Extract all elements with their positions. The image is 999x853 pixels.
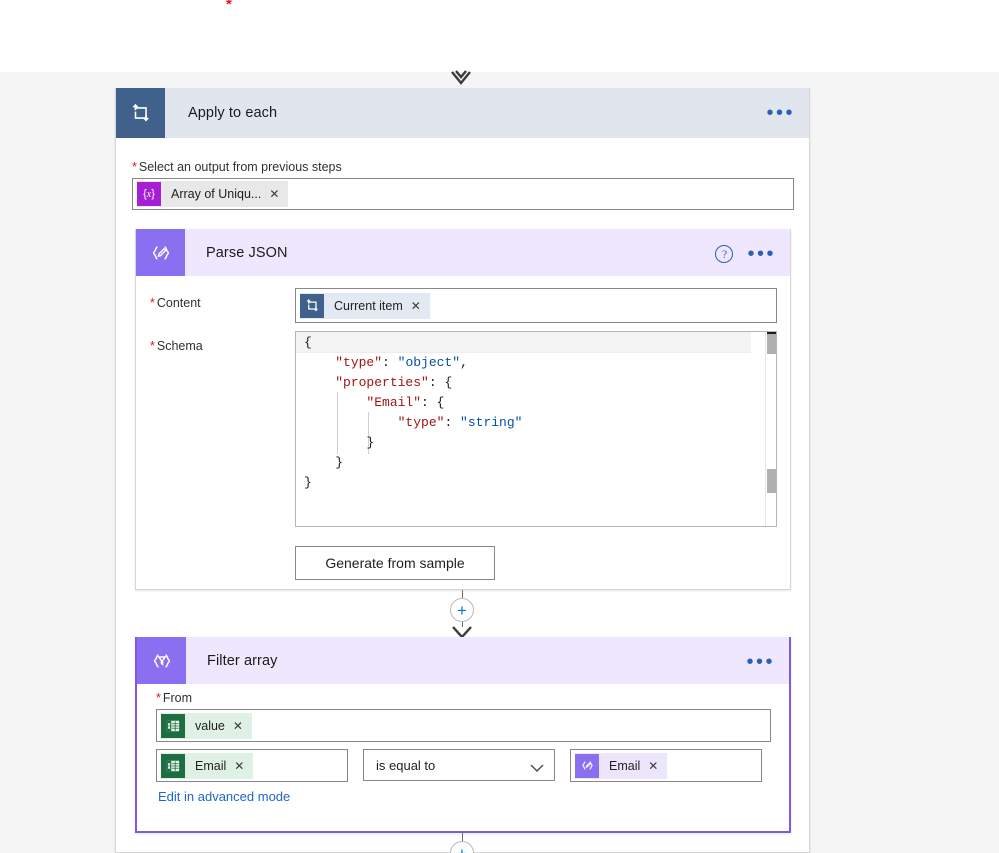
apply-to-each-menu-button[interactable]: •••: [766, 103, 795, 123]
token-email-right[interactable]: Email ✕: [575, 752, 668, 779]
apply-to-each-header[interactable]: Apply to each •••: [116, 88, 809, 138]
parse-json-title: Parse JSON: [206, 244, 288, 261]
filter-array-menu-button[interactable]: •••: [746, 652, 775, 672]
loop-repeat-icon: [300, 293, 324, 318]
parse-json-header[interactable]: Parse JSON ? •••: [136, 229, 790, 276]
required-asterisk: *: [150, 339, 155, 353]
excel-icon: [161, 753, 185, 778]
required-asterisk: *: [132, 160, 137, 174]
parse-json-menu-button[interactable]: •••: [747, 244, 776, 264]
from-label-text: From: [162, 691, 193, 705]
token-array-of-unique[interactable]: {x} Array of Uniqu... ✕: [137, 181, 289, 207]
schema-code-text: { "type": "object", "properties": { "Ema…: [304, 333, 522, 493]
code-line: }: [304, 435, 375, 450]
generate-from-sample-button[interactable]: Generate from sample: [295, 546, 495, 580]
schema-code-editor[interactable]: { "type": "object", "properties": { "Ema…: [295, 331, 777, 527]
select-output-input[interactable]: {x} Array of Uniqu... ✕: [132, 178, 794, 210]
token-remove-icon[interactable]: ✕: [233, 719, 252, 733]
edit-advanced-mode-link[interactable]: Edit in advanced mode: [158, 789, 290, 804]
content-label-text: Content: [156, 296, 201, 310]
parse-json-icon: [575, 753, 599, 778]
plus-icon: +: [457, 843, 467, 853]
from-input[interactable]: value ✕: [156, 709, 771, 742]
code-line: }: [304, 475, 312, 490]
parse-json-header-actions: ? •••: [715, 229, 776, 279]
add-step-button-1[interactable]: +: [450, 598, 474, 622]
code-line: "type": "object",: [335, 355, 468, 370]
token-value[interactable]: value ✕: [161, 712, 252, 739]
token-label: Email: [195, 758, 227, 773]
select-output-label-text: Select an output from previous steps: [138, 160, 342, 174]
filter-array-header[interactable]: Filter array •••: [137, 637, 789, 684]
excel-icon: [161, 713, 185, 738]
help-icon[interactable]: ?: [715, 245, 734, 263]
schema-scrollbar[interactable]: [765, 332, 776, 526]
apply-to-each-title: Apply to each: [188, 105, 278, 121]
stray-red-mark: *: [226, 0, 232, 9]
plus-icon: +: [457, 600, 467, 620]
token-remove-icon[interactable]: ✕: [269, 187, 288, 201]
schema-label-text: Schema: [156, 339, 203, 353]
condition-left-input[interactable]: Email ✕: [156, 749, 348, 782]
scrollbar-thumb[interactable]: [767, 469, 776, 493]
token-label: Current item: [334, 298, 403, 313]
token-label: value: [195, 718, 225, 733]
parse-json-icon: [136, 229, 185, 276]
apply-to-each-header-actions: •••: [766, 88, 795, 138]
token-remove-icon[interactable]: ✕: [234, 759, 253, 773]
canvas-top-strip: [0, 0, 999, 72]
token-email-left[interactable]: Email ✕: [161, 752, 254, 779]
loop-repeat-icon: [116, 88, 165, 138]
content-input[interactable]: Current item ✕: [295, 288, 777, 323]
token-current-item[interactable]: Current item ✕: [300, 292, 430, 319]
code-line: "Email": {: [366, 395, 445, 410]
token-label: Email: [609, 758, 641, 773]
content-label: * Content: [150, 296, 201, 310]
condition-right-input[interactable]: Email ✕: [570, 749, 762, 782]
flow-designer-canvas: * Apply to each ••• * Select an output f…: [0, 0, 999, 853]
scrollbar-thumb-top[interactable]: [767, 334, 776, 354]
filter-array-card[interactable]: Filter array ••• * From value ✕ Email ✕ …: [135, 637, 791, 833]
parse-json-card[interactable]: Parse JSON ? ••• * Content Current item …: [135, 229, 791, 590]
chevron-down-icon: [530, 761, 544, 772]
variables-icon: {x}: [137, 182, 161, 206]
token-label: Array of Uniqu...: [171, 187, 262, 201]
code-line: {: [304, 335, 312, 350]
add-step-button-2[interactable]: +: [450, 841, 474, 853]
token-remove-icon[interactable]: ✕: [411, 299, 430, 313]
code-line: "properties": {: [335, 375, 453, 390]
filter-funnel-icon: [137, 637, 186, 684]
token-remove-icon[interactable]: ✕: [648, 759, 667, 773]
connector-arrow-top: [450, 70, 472, 90]
from-label: * From: [156, 691, 192, 705]
code-line: "type": "string": [397, 415, 523, 430]
schema-label: * Schema: [150, 339, 203, 353]
filter-array-header-actions: •••: [746, 637, 775, 687]
select-output-label: * Select an output from previous steps: [132, 160, 342, 174]
required-asterisk: *: [156, 691, 161, 705]
code-line: }: [304, 455, 344, 470]
filter-array-title: Filter array: [207, 652, 278, 669]
required-asterisk: *: [150, 296, 155, 310]
condition-operator-value: is equal to: [376, 757, 436, 773]
condition-operator-select[interactable]: is equal to: [363, 749, 555, 781]
apply-to-each-card[interactable]: Apply to each ••• * Select an output from…: [115, 88, 810, 853]
